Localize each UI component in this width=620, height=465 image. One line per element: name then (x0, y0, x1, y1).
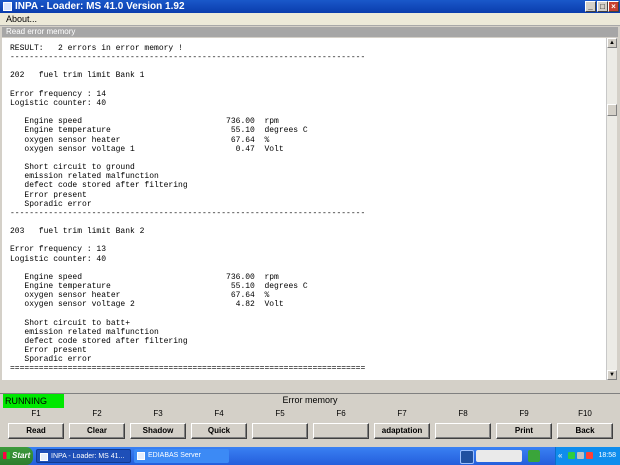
vertical-scrollbar[interactable]: ▲ ▼ (606, 38, 617, 380)
maximize-button[interactable]: □ (597, 1, 608, 12)
tray-expand-icon[interactable]: « (558, 447, 562, 465)
app-icon (3, 2, 12, 11)
window-title-bar[interactable]: INPA - Loader: MS 41.0 Version 1.92 _ □ … (0, 0, 620, 13)
fkey-label: F4 (214, 409, 224, 418)
fkey-label: F1 (31, 409, 41, 418)
menu-about[interactable]: About... (6, 13, 37, 25)
volume-icon[interactable] (577, 452, 584, 459)
quick-button[interactable]: Quick (191, 423, 247, 439)
task-ediabas-server[interactable]: EDIABAS Server (134, 449, 229, 463)
clock: 18:58 (598, 452, 616, 459)
status-badge: RUNNING (3, 394, 64, 408)
clear-button[interactable]: Clear (69, 423, 125, 439)
task-label: EDIABAS Server (148, 452, 201, 459)
screen-name: Error memory (282, 395, 338, 405)
system-tray: « 18:58 (555, 447, 620, 465)
error-memory-report: RESULT: 2 errors in error memory ! -----… (10, 44, 366, 374)
fkey-label: F3 (153, 409, 163, 418)
start-button[interactable]: Start (0, 447, 33, 465)
report-text-area[interactable]: RESULT: 2 errors in error memory ! -----… (2, 38, 606, 380)
scroll-down-arrow-icon[interactable]: ▼ (607, 370, 617, 380)
read-button[interactable]: Read (8, 423, 64, 439)
print-button[interactable]: Print (496, 423, 552, 439)
start-label: Start (12, 451, 31, 460)
security-icon[interactable] (586, 452, 593, 459)
scroll-thumb[interactable] (607, 104, 617, 116)
fkey-label: F7 (397, 409, 407, 418)
back-button[interactable]: Back (557, 423, 613, 439)
tray-app-icon[interactable] (528, 450, 540, 462)
f5-button[interactable] (252, 423, 308, 439)
fkey-label: F9 (519, 409, 529, 418)
status-row: RUNNING Error memory (0, 393, 620, 408)
scroll-up-arrow-icon[interactable]: ▲ (607, 38, 617, 48)
fkey-label: F8 (458, 409, 468, 418)
task-inpa-loader[interactable]: INPA - Loader: MS 41... (36, 449, 131, 463)
fkey-label: F2 (92, 409, 102, 418)
fkey-label: F10 (578, 409, 592, 418)
nero-scout-icon[interactable] (476, 450, 522, 462)
inpa-window-icon (40, 453, 48, 461)
pl-app-icon[interactable] (460, 450, 474, 464)
task-label: INPA - Loader: MS 41... (51, 453, 125, 460)
network-icon[interactable] (568, 452, 575, 459)
fkey-label: F6 (336, 409, 346, 418)
f8-button[interactable] (435, 423, 491, 439)
f6-button[interactable] (313, 423, 369, 439)
shadow-button[interactable]: Shadow (130, 423, 186, 439)
ediabas-window-icon (137, 452, 145, 460)
menu-bar: About... (0, 13, 620, 26)
windows-flag-icon (3, 452, 10, 459)
close-button[interactable]: × (608, 1, 619, 12)
fkey-label: F5 (275, 409, 285, 418)
taskbar: Start INPA - Loader: MS 41... EDIABAS Se… (0, 447, 620, 465)
window-title: INPA - Loader: MS 41.0 Version 1.92 (15, 1, 185, 12)
minimize-button[interactable]: _ (585, 1, 596, 12)
panel-title: Read error memory (2, 27, 618, 37)
adaptation-button[interactable]: adaptation (374, 423, 430, 439)
